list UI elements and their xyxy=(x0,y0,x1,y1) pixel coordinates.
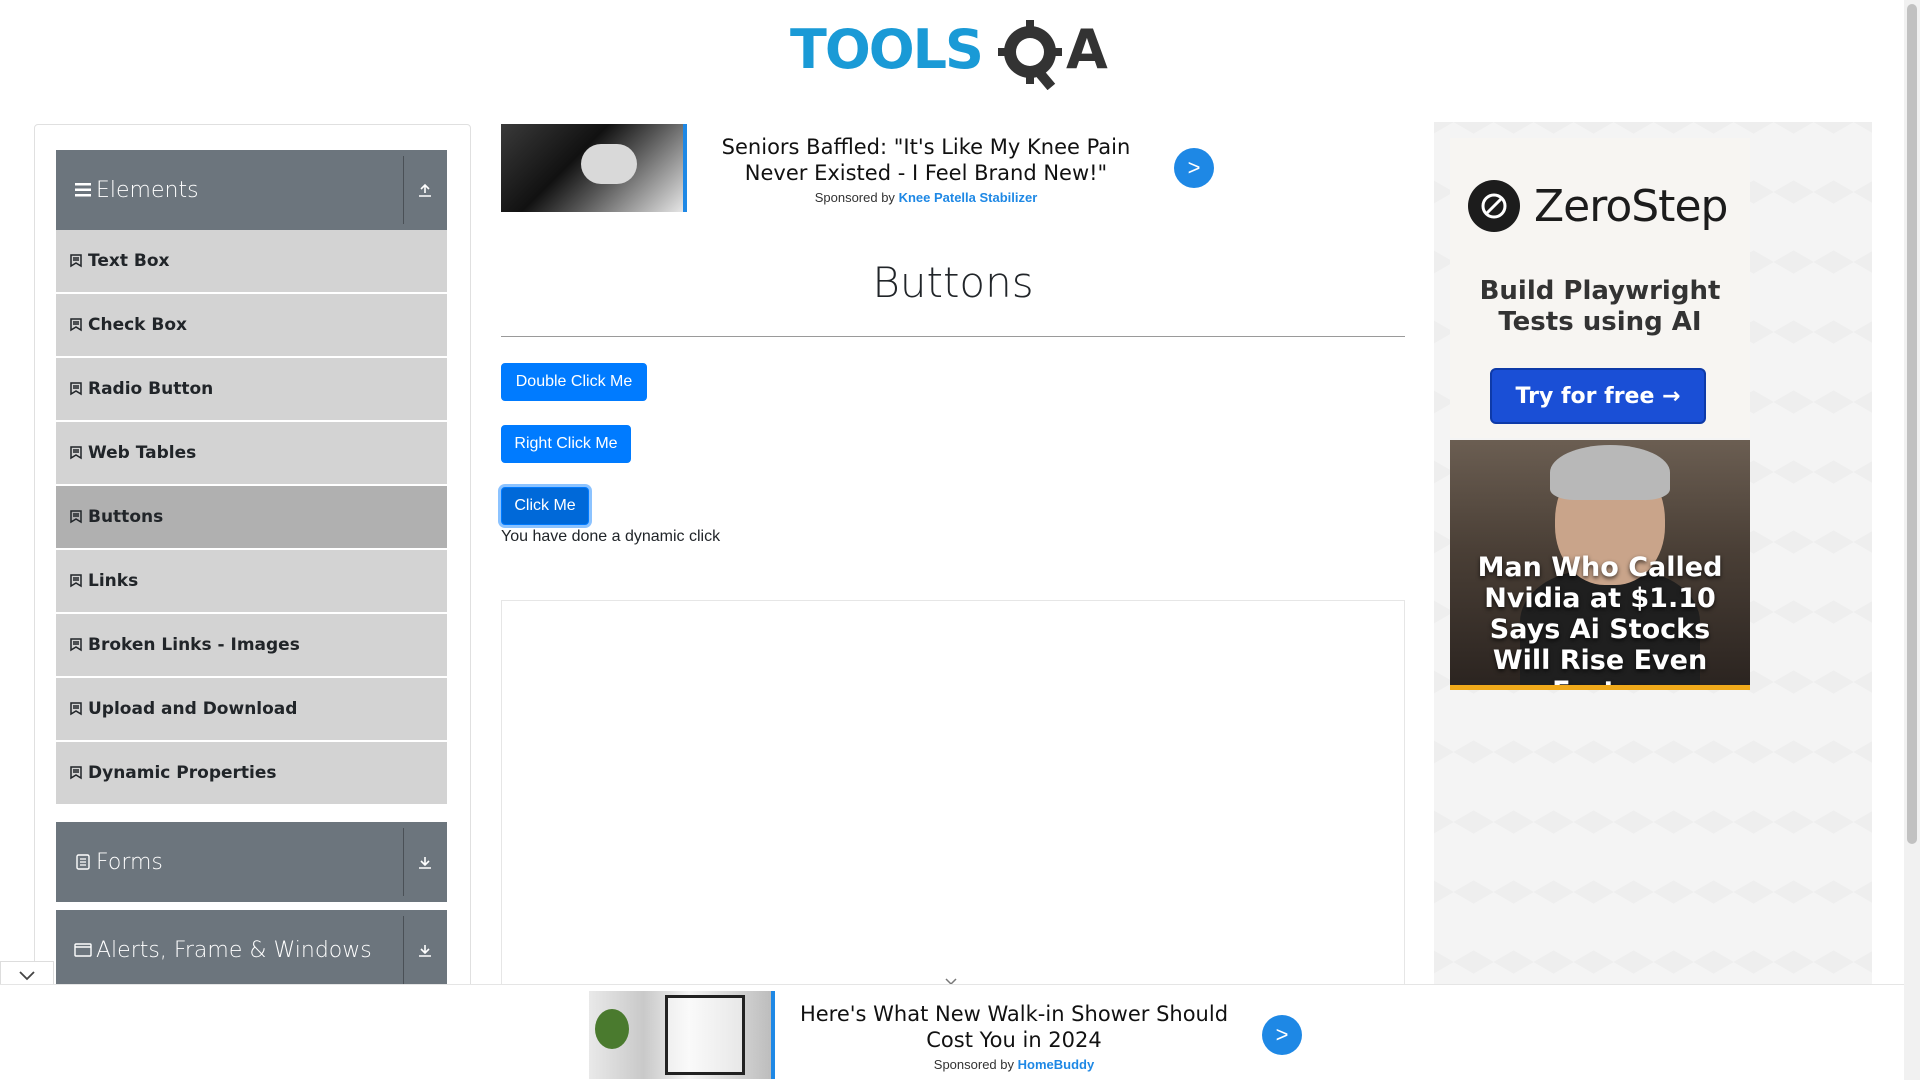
bottom-ad-bar: Here's What New Walk-in Shower Should Co… xyxy=(0,984,1904,1080)
svg-text:A: A xyxy=(1066,18,1108,81)
zerostep-tagline: Build Playwright Tests using AI xyxy=(1479,276,1721,337)
right-advertisement[interactable]: ZeroStep Build Playwright Tests using AI… xyxy=(1434,122,1872,1004)
sidebar-item-label: Links xyxy=(88,571,139,591)
left-sidebar: Elements Text Box Check Box Radio Button… xyxy=(34,124,471,1004)
toolsqa-logo-graphic: TOOLS A xyxy=(790,18,1108,91)
plant-graphic xyxy=(595,1009,629,1049)
sidebar-item-label: Dynamic Properties xyxy=(88,763,277,783)
sidebar-item-buttons[interactable]: Buttons xyxy=(56,486,447,548)
ad-sponsor-line: Sponsored by HomeBuddy xyxy=(789,1057,1239,1072)
ad-headline[interactable]: Here's What New Walk-in Shower Should Co… xyxy=(789,1001,1239,1053)
dynamic-click-message: You have done a dynamic click xyxy=(501,528,721,545)
svg-text:TOOLS: TOOLS xyxy=(790,18,982,81)
sidebar-item-label: Buttons xyxy=(88,507,164,527)
sidebar-item-links[interactable]: Links xyxy=(56,550,447,612)
shower-door-graphic xyxy=(665,995,745,1075)
expand-down-icon[interactable] xyxy=(411,822,439,902)
top-advertisement[interactable]: Seniors Baffled: "It's Like My Knee Pain… xyxy=(501,124,1221,214)
window-icon xyxy=(74,942,92,958)
sidebar-item-label: Broken Links - Images xyxy=(88,635,300,655)
news-ad-card[interactable]: Man Who Called Nvidia at $1.10 Says Ai S… xyxy=(1450,440,1750,690)
ad-sponsor-line: Sponsored by Knee Patella Stabilizer xyxy=(701,190,1151,205)
ad-thumbnail-image xyxy=(501,124,687,212)
sidebar-item-dynamic-properties[interactable]: Dynamic Properties xyxy=(56,742,447,804)
ad-go-button[interactable]: > xyxy=(1262,1015,1302,1055)
item-icon xyxy=(70,638,82,652)
sidebar-item-label: Text Box xyxy=(88,251,170,271)
page: TOOLS A Elements Text Box Check Box Radi… xyxy=(0,0,1920,1080)
sidebar-item-label: Web Tables xyxy=(88,443,197,463)
group-header-forms[interactable]: Forms xyxy=(56,822,447,902)
item-icon xyxy=(70,510,82,524)
item-icon xyxy=(70,574,82,588)
sidebar-item-label: Radio Button xyxy=(88,379,214,399)
vertical-scrollbar[interactable] xyxy=(1904,0,1920,1080)
document-icon xyxy=(74,854,92,870)
zerostep-brand: ZeroStep xyxy=(1534,180,1728,232)
sponsored-prefix: Sponsored by xyxy=(814,190,895,205)
sponsor-link[interactable]: HomeBuddy xyxy=(1018,1057,1095,1072)
sidebar-item-label: Check Box xyxy=(88,315,188,335)
zerostep-logo: ZeroStep xyxy=(1468,176,1738,236)
right-click-button[interactable]: Right Click Me xyxy=(501,425,631,463)
expand-down-icon[interactable] xyxy=(411,910,439,990)
sidebar-item-check-box[interactable]: Check Box xyxy=(56,294,447,356)
sidebar-item-text-box[interactable]: Text Box xyxy=(56,230,447,292)
sidebar-item-web-tables[interactable]: Web Tables xyxy=(56,422,447,484)
ad-headline[interactable]: Seniors Baffled: "It's Like My Knee Pain… xyxy=(701,134,1151,186)
try-for-free-button[interactable]: Try for free → xyxy=(1490,368,1706,424)
ad-thumbnail-image xyxy=(589,991,775,1079)
item-icon xyxy=(70,702,82,716)
sidebar-item-upload-download[interactable]: Upload and Download xyxy=(56,678,447,740)
title-divider xyxy=(501,336,1405,337)
click-me-button[interactable]: Click Me xyxy=(501,487,589,525)
item-icon xyxy=(70,254,82,268)
toolsqa-logo[interactable]: TOOLS A xyxy=(790,14,1120,91)
group-divider xyxy=(403,156,404,224)
item-icon xyxy=(70,766,82,780)
item-icon xyxy=(70,382,82,396)
group-divider xyxy=(403,828,404,896)
hamburger-icon xyxy=(74,183,92,197)
sidebar-item-broken-links[interactable]: Broken Links - Images xyxy=(56,614,447,676)
scrollbar-thumb[interactable] xyxy=(1907,4,1917,844)
zerostep-logo-icon xyxy=(1468,180,1520,232)
zerostep-ad-card[interactable]: ZeroStep Build Playwright Tests using AI… xyxy=(1450,138,1750,438)
group-label: Elements xyxy=(96,177,199,203)
group-header-elements[interactable]: Elements xyxy=(56,150,447,230)
bottom-advertisement[interactable]: Here's What New Walk-in Shower Should Co… xyxy=(589,991,1309,1080)
sponsor-link[interactable]: Knee Patella Stabilizer xyxy=(899,190,1038,205)
person-hair-graphic xyxy=(1550,445,1670,500)
page-title: Buttons xyxy=(872,258,1034,307)
sidebar-item-label: Upload and Download xyxy=(88,699,298,719)
ad-placeholder-box xyxy=(501,600,1405,1000)
group-label: Alerts, Frame & Windows xyxy=(96,937,372,963)
knee-brace-graphic xyxy=(581,144,637,184)
ad-go-button[interactable]: > xyxy=(1174,148,1214,188)
sidebar-item-radio-button[interactable]: Radio Button xyxy=(56,358,447,420)
item-icon xyxy=(70,446,82,460)
collapse-up-icon[interactable] xyxy=(411,150,439,230)
group-header-alerts[interactable]: Alerts, Frame & Windows xyxy=(56,910,447,990)
sponsored-prefix: Sponsored by xyxy=(933,1057,1015,1072)
group-divider xyxy=(403,916,404,984)
double-click-button[interactable]: Double Click Me xyxy=(501,363,647,401)
item-icon xyxy=(70,318,82,332)
news-headline: Man Who Called Nvidia at $1.10 Says Ai S… xyxy=(1477,552,1723,685)
group-label: Forms xyxy=(96,849,163,875)
elements-menu: Text Box Check Box Radio Button Web Tabl… xyxy=(56,230,447,806)
